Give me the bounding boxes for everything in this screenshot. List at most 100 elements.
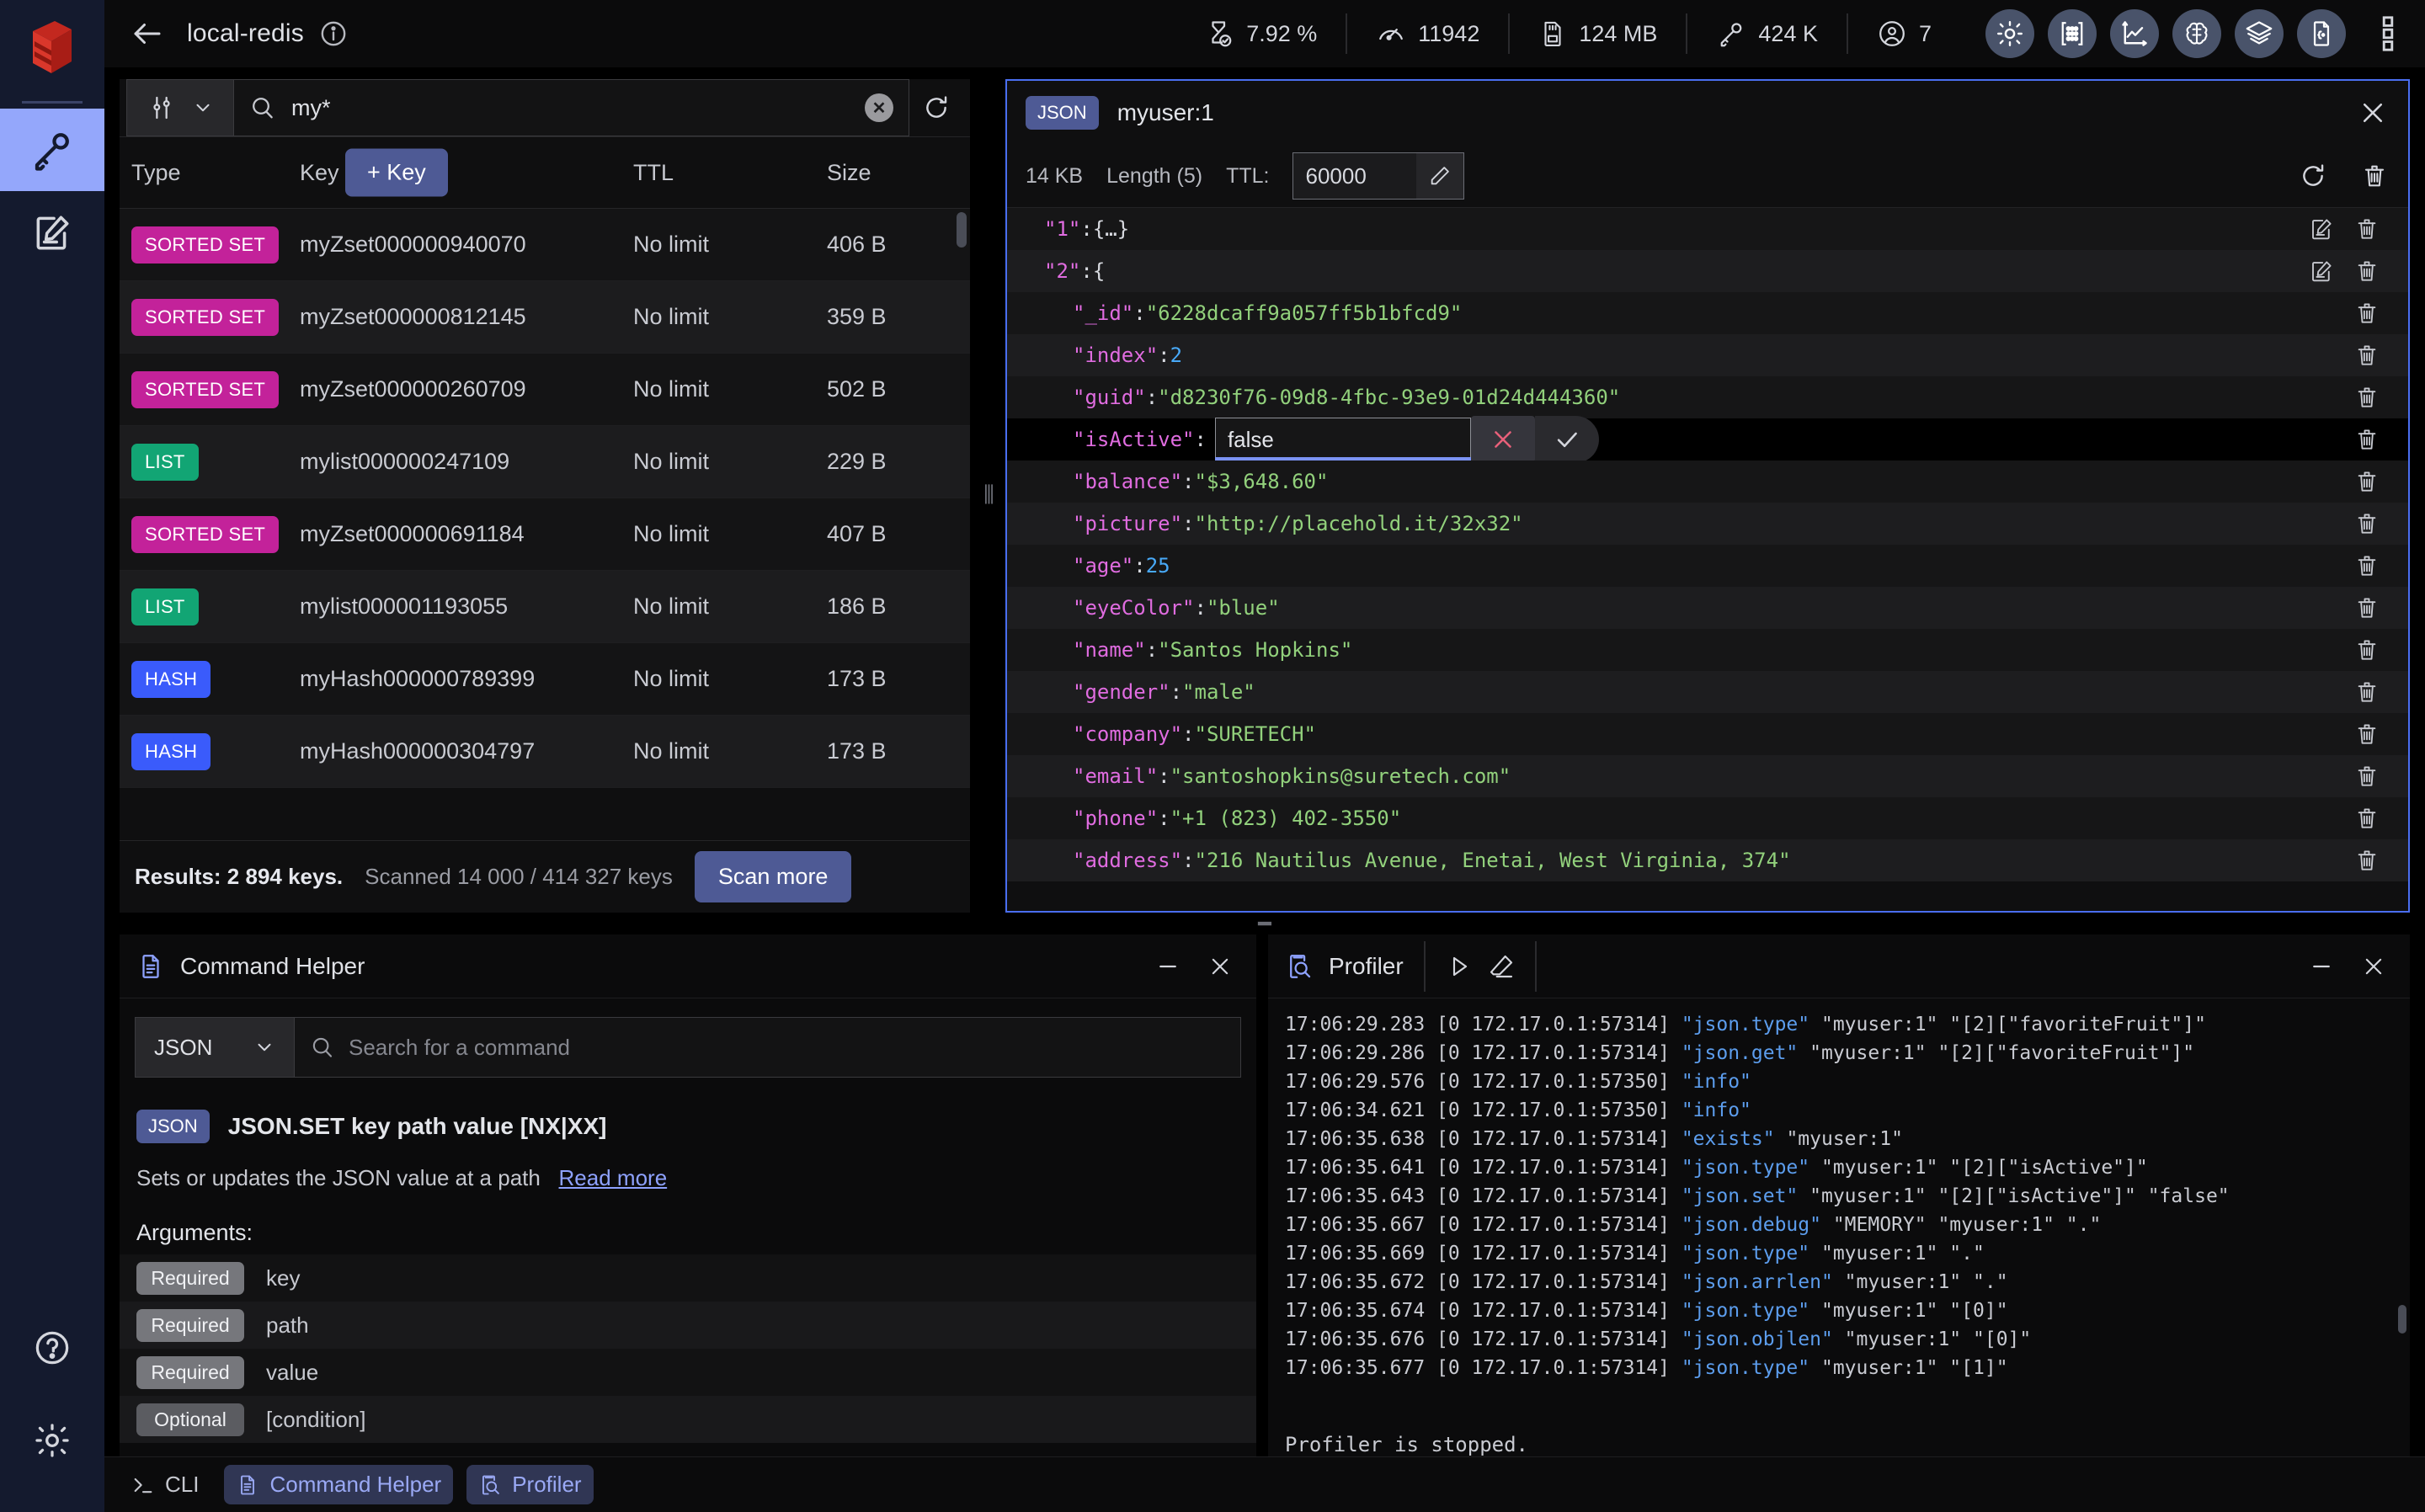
inline-edit-input[interactable] bbox=[1214, 418, 1471, 461]
json-row[interactable]: "2" : { bbox=[1007, 250, 2408, 292]
keys-search-box[interactable]: ✕ bbox=[234, 79, 909, 136]
close-icon[interactable] bbox=[2361, 954, 2386, 979]
profiler-scrollbar[interactable] bbox=[2398, 1305, 2406, 1334]
refresh-keys-button[interactable] bbox=[909, 79, 963, 136]
delete-value-button[interactable] bbox=[2354, 216, 2380, 242]
delete-value-button[interactable] bbox=[2354, 764, 2380, 789]
key-name-cell[interactable]: myZset000000260709 bbox=[300, 376, 633, 402]
table-row[interactable]: LIST mylist000001193055 No limit 186 B bbox=[120, 571, 970, 643]
ttl-field[interactable] bbox=[1292, 152, 1465, 200]
edit-value-button[interactable] bbox=[2309, 216, 2334, 242]
json-row[interactable]: "age" : 25 bbox=[1007, 545, 2408, 587]
sidebar-item-workbench[interactable] bbox=[0, 191, 104, 274]
key-name-cell[interactable]: myHash000000789399 bbox=[300, 666, 633, 692]
json-value-viewer[interactable]: "1" : {…} "2" : {"_id" : "6228dcaff9a057f… bbox=[1007, 207, 2408, 911]
delete-value-button[interactable] bbox=[2354, 806, 2380, 831]
delete-value-button[interactable] bbox=[2354, 679, 2380, 705]
delete-value-button[interactable] bbox=[2354, 511, 2380, 536]
delete-value-button[interactable] bbox=[2354, 469, 2380, 494]
refresh-key-button[interactable] bbox=[2299, 162, 2327, 190]
json-row[interactable]: "isActive" : bbox=[1007, 416, 2408, 463]
json-row[interactable]: "email" : "santoshopkins@suretech.com" bbox=[1007, 755, 2408, 797]
json-row[interactable]: "address" : "216 Nautilus Avenue, Enetai… bbox=[1007, 839, 2408, 881]
commands-metric[interactable]: 11942 bbox=[1347, 13, 1511, 54]
apps-grid-button[interactable] bbox=[2371, 9, 2405, 58]
keys-list[interactable]: SORTED SET myZset000000940070 No limit 406 … bbox=[120, 209, 970, 840]
search-input[interactable] bbox=[291, 94, 850, 121]
json-row[interactable]: "index" : 2 bbox=[1007, 334, 2408, 376]
delete-value-button[interactable] bbox=[2354, 301, 2380, 326]
cancel-x-icon[interactable] bbox=[1470, 416, 1535, 463]
delete-value-button[interactable] bbox=[2354, 385, 2380, 410]
bottom-resize-handle[interactable]: ━ bbox=[104, 911, 2425, 936]
json-row[interactable]: "balance" : "$3,648.60" bbox=[1007, 461, 2408, 503]
sidebar-item-help[interactable] bbox=[0, 1302, 104, 1394]
delete-value-button[interactable] bbox=[2354, 721, 2380, 747]
key-name-cell[interactable]: myZset000000691184 bbox=[300, 521, 633, 547]
table-row[interactable]: SORTED SET myZset000000812145 No limit 359 … bbox=[120, 281, 970, 354]
statusbar-command-helper[interactable]: Command Helper bbox=[224, 1465, 454, 1504]
json-row[interactable]: "eyeColor" : "blue" bbox=[1007, 587, 2408, 629]
table-row[interactable]: SORTED SET myZset000000691184 No limit 407 … bbox=[120, 498, 970, 571]
inline-value-editor[interactable] bbox=[1214, 416, 1599, 463]
key-name-cell[interactable]: myZset000000940070 bbox=[300, 232, 633, 258]
clients-metric[interactable]: 7 bbox=[1848, 13, 1960, 54]
ttl-edit-button[interactable] bbox=[1416, 153, 1464, 199]
profiler-log[interactable]: 17:06:29.283 [0 172.17.0.1:57314] "json.… bbox=[1268, 998, 2410, 1411]
filter-type-button[interactable] bbox=[126, 79, 234, 136]
add-key-button[interactable]: + Key bbox=[345, 148, 448, 197]
ai-button[interactable] bbox=[2172, 9, 2221, 58]
table-row[interactable]: HASH myHash000000789399 No limit 173 B bbox=[120, 643, 970, 716]
delete-value-button[interactable] bbox=[2354, 595, 2380, 620]
keys-list-scrollbar[interactable] bbox=[957, 212, 967, 248]
key-name-cell[interactable]: myHash000000304797 bbox=[300, 738, 633, 764]
json-row[interactable]: "1" : {…} bbox=[1007, 208, 2408, 250]
check-icon[interactable] bbox=[1534, 416, 1599, 463]
json-row[interactable]: "picture" : "http://placehold.it/32x32" bbox=[1007, 503, 2408, 545]
keys-metric[interactable]: 424 K bbox=[1687, 13, 1848, 54]
bits-button[interactable] bbox=[2048, 9, 2097, 58]
sidebar-item-settings[interactable] bbox=[0, 1394, 104, 1487]
delete-key-button[interactable] bbox=[2361, 162, 2388, 189]
settings-button[interactable] bbox=[1985, 9, 2034, 58]
stack-button[interactable] bbox=[2235, 9, 2284, 58]
json-doc-button[interactable] bbox=[2297, 9, 2346, 58]
statusbar-profiler[interactable]: Profiler bbox=[466, 1465, 594, 1504]
delete-value-button[interactable] bbox=[2354, 427, 2380, 452]
cpu-metric[interactable]: 7.92 % bbox=[1175, 13, 1348, 54]
close-icon[interactable] bbox=[1207, 954, 1233, 979]
table-row[interactable]: HASH myHash000000304797 No limit 173 B bbox=[120, 716, 970, 788]
delete-value-button[interactable] bbox=[2354, 258, 2380, 284]
table-row[interactable]: LIST mylist000000247109 No limit 229 B bbox=[120, 426, 970, 498]
command-search-input[interactable] bbox=[349, 1034, 1225, 1061]
edit-value-button[interactable] bbox=[2309, 258, 2334, 284]
json-row[interactable]: "_id" : "6228dcaff9a057ff5b1bfcd9" bbox=[1007, 292, 2408, 334]
key-name-cell[interactable]: myZset000000812145 bbox=[300, 304, 633, 330]
minimize-icon[interactable] bbox=[1155, 954, 1181, 979]
json-row[interactable]: "gender" : "male" bbox=[1007, 671, 2408, 713]
ttl-input[interactable] bbox=[1293, 153, 1417, 199]
command-search-box[interactable] bbox=[295, 1017, 1241, 1078]
delete-value-button[interactable] bbox=[2354, 553, 2380, 578]
minimize-icon[interactable] bbox=[2309, 954, 2334, 979]
key-name-cell[interactable]: mylist000000247109 bbox=[300, 449, 633, 475]
back-arrow-icon[interactable] bbox=[130, 16, 165, 51]
panel-resize-handle[interactable]: ⦀ bbox=[982, 79, 994, 913]
close-icon[interactable] bbox=[2358, 98, 2388, 128]
delete-value-button[interactable] bbox=[2354, 343, 2380, 368]
delete-value-button[interactable] bbox=[2354, 637, 2380, 663]
json-row[interactable]: "guid" : "d8230f76-09d8-4fbc-93e9-01d24d… bbox=[1007, 376, 2408, 418]
memory-metric[interactable]: 124 MB bbox=[1510, 13, 1688, 54]
key-name-cell[interactable]: mylist000001193055 bbox=[300, 594, 633, 620]
sidebar-item-browser[interactable] bbox=[0, 109, 104, 191]
clear-x-icon[interactable]: ✕ bbox=[865, 93, 893, 122]
json-row[interactable]: "name" : "Santos Hopkins" bbox=[1007, 629, 2408, 671]
read-more-link[interactable]: Read more bbox=[559, 1165, 668, 1190]
table-row[interactable]: SORTED SET myZset000000260709 No limit 502 … bbox=[120, 354, 970, 426]
statusbar-cli[interactable]: CLI bbox=[120, 1465, 211, 1504]
table-row[interactable]: SORTED SET myZset000000940070 No limit 406 … bbox=[120, 209, 970, 281]
json-row[interactable]: "phone" : "+1 (823) 402-3550" bbox=[1007, 797, 2408, 839]
command-group-select[interactable]: JSON bbox=[135, 1017, 295, 1078]
eraser-icon[interactable] bbox=[1488, 953, 1515, 980]
json-row[interactable]: "company" : "SURETECH" bbox=[1007, 713, 2408, 755]
